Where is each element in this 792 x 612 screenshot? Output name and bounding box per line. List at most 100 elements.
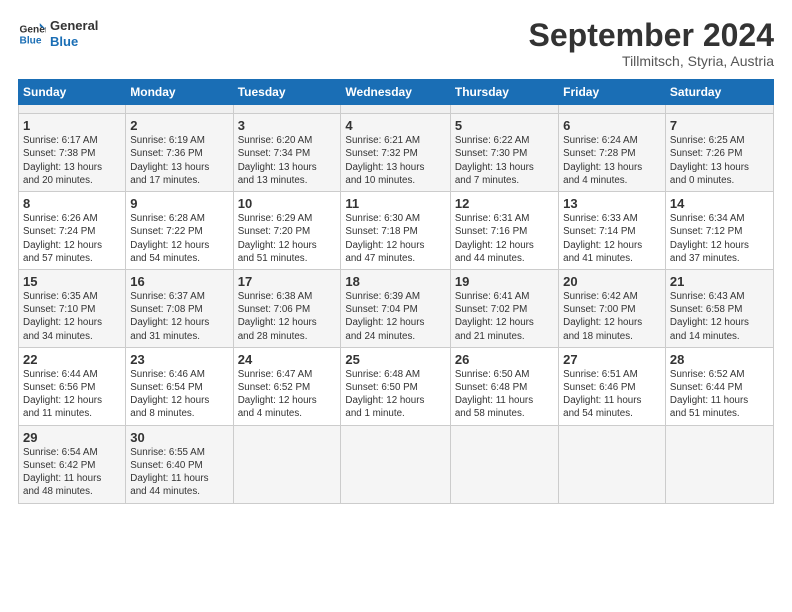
day-info: Sunrise: 6:43 AM Sunset: 6:58 PM Dayligh… [670, 290, 769, 343]
table-row: 23Sunrise: 6:46 AM Sunset: 6:54 PM Dayli… [126, 347, 233, 425]
day-info: Sunrise: 6:34 AM Sunset: 7:12 PM Dayligh… [670, 212, 769, 265]
logo-icon: General Blue [18, 20, 46, 48]
day-number: 17 [238, 274, 337, 289]
day-info: Sunrise: 6:30 AM Sunset: 7:18 PM Dayligh… [345, 212, 445, 265]
day-info: Sunrise: 6:55 AM Sunset: 6:40 PM Dayligh… [130, 446, 228, 499]
location-subtitle: Tillmitsch, Styria, Austria [529, 53, 774, 69]
table-row: 24Sunrise: 6:47 AM Sunset: 6:52 PM Dayli… [233, 347, 341, 425]
logo-blue: Blue [50, 34, 98, 50]
calendar-row: 22Sunrise: 6:44 AM Sunset: 6:56 PM Dayli… [19, 347, 774, 425]
col-friday: Friday [559, 80, 666, 105]
day-info: Sunrise: 6:19 AM Sunset: 7:36 PM Dayligh… [130, 134, 228, 187]
day-info: Sunrise: 6:17 AM Sunset: 7:38 PM Dayligh… [23, 134, 121, 187]
table-row: 30Sunrise: 6:55 AM Sunset: 6:40 PM Dayli… [126, 425, 233, 503]
table-row [341, 105, 450, 114]
table-row: 5Sunrise: 6:22 AM Sunset: 7:30 PM Daylig… [450, 114, 558, 192]
table-row: 7Sunrise: 6:25 AM Sunset: 7:26 PM Daylig… [665, 114, 773, 192]
logo: General Blue General Blue [18, 18, 98, 49]
calendar-row: 29Sunrise: 6:54 AM Sunset: 6:42 PM Dayli… [19, 425, 774, 503]
col-monday: Monday [126, 80, 233, 105]
day-number: 25 [345, 352, 445, 367]
table-row: 8Sunrise: 6:26 AM Sunset: 7:24 PM Daylig… [19, 192, 126, 270]
day-number: 7 [670, 118, 769, 133]
day-number: 27 [563, 352, 661, 367]
col-saturday: Saturday [665, 80, 773, 105]
table-row [19, 105, 126, 114]
day-info: Sunrise: 6:25 AM Sunset: 7:26 PM Dayligh… [670, 134, 769, 187]
day-info: Sunrise: 6:48 AM Sunset: 6:50 PM Dayligh… [345, 368, 445, 421]
day-info: Sunrise: 6:35 AM Sunset: 7:10 PM Dayligh… [23, 290, 121, 343]
table-row: 26Sunrise: 6:50 AM Sunset: 6:48 PM Dayli… [450, 347, 558, 425]
table-row: 10Sunrise: 6:29 AM Sunset: 7:20 PM Dayli… [233, 192, 341, 270]
table-row: 29Sunrise: 6:54 AM Sunset: 6:42 PM Dayli… [19, 425, 126, 503]
header: General Blue General Blue September 2024… [18, 18, 774, 69]
day-number: 9 [130, 196, 228, 211]
day-number: 21 [670, 274, 769, 289]
day-info: Sunrise: 6:44 AM Sunset: 6:56 PM Dayligh… [23, 368, 121, 421]
day-info: Sunrise: 6:21 AM Sunset: 7:32 PM Dayligh… [345, 134, 445, 187]
day-number: 11 [345, 196, 445, 211]
day-number: 30 [130, 430, 228, 445]
calendar-row: 1Sunrise: 6:17 AM Sunset: 7:38 PM Daylig… [19, 114, 774, 192]
table-row: 1Sunrise: 6:17 AM Sunset: 7:38 PM Daylig… [19, 114, 126, 192]
table-row: 21Sunrise: 6:43 AM Sunset: 6:58 PM Dayli… [665, 269, 773, 347]
day-info: Sunrise: 6:46 AM Sunset: 6:54 PM Dayligh… [130, 368, 228, 421]
day-number: 28 [670, 352, 769, 367]
day-info: Sunrise: 6:20 AM Sunset: 7:34 PM Dayligh… [238, 134, 337, 187]
table-row: 22Sunrise: 6:44 AM Sunset: 6:56 PM Dayli… [19, 347, 126, 425]
calendar-row: 8Sunrise: 6:26 AM Sunset: 7:24 PM Daylig… [19, 192, 774, 270]
day-number: 16 [130, 274, 228, 289]
day-info: Sunrise: 6:39 AM Sunset: 7:04 PM Dayligh… [345, 290, 445, 343]
title-block: September 2024 Tillmitsch, Styria, Austr… [529, 18, 774, 69]
col-thursday: Thursday [450, 80, 558, 105]
table-row: 16Sunrise: 6:37 AM Sunset: 7:08 PM Dayli… [126, 269, 233, 347]
day-info: Sunrise: 6:50 AM Sunset: 6:48 PM Dayligh… [455, 368, 554, 421]
calendar-row: 15Sunrise: 6:35 AM Sunset: 7:10 PM Dayli… [19, 269, 774, 347]
table-row [233, 425, 341, 503]
day-number: 6 [563, 118, 661, 133]
day-number: 8 [23, 196, 121, 211]
day-info: Sunrise: 6:29 AM Sunset: 7:20 PM Dayligh… [238, 212, 337, 265]
table-row [450, 105, 558, 114]
table-row: 25Sunrise: 6:48 AM Sunset: 6:50 PM Dayli… [341, 347, 450, 425]
calendar-header-row: Sunday Monday Tuesday Wednesday Thursday… [19, 80, 774, 105]
day-info: Sunrise: 6:26 AM Sunset: 7:24 PM Dayligh… [23, 212, 121, 265]
table-row [341, 425, 450, 503]
calendar-row [19, 105, 774, 114]
day-info: Sunrise: 6:22 AM Sunset: 7:30 PM Dayligh… [455, 134, 554, 187]
day-number: 5 [455, 118, 554, 133]
day-number: 18 [345, 274, 445, 289]
day-number: 24 [238, 352, 337, 367]
day-number: 26 [455, 352, 554, 367]
day-info: Sunrise: 6:31 AM Sunset: 7:16 PM Dayligh… [455, 212, 554, 265]
table-row: 15Sunrise: 6:35 AM Sunset: 7:10 PM Dayli… [19, 269, 126, 347]
table-row: 20Sunrise: 6:42 AM Sunset: 7:00 PM Dayli… [559, 269, 666, 347]
day-number: 3 [238, 118, 337, 133]
day-number: 15 [23, 274, 121, 289]
day-info: Sunrise: 6:33 AM Sunset: 7:14 PM Dayligh… [563, 212, 661, 265]
table-row: 3Sunrise: 6:20 AM Sunset: 7:34 PM Daylig… [233, 114, 341, 192]
table-row: 4Sunrise: 6:21 AM Sunset: 7:32 PM Daylig… [341, 114, 450, 192]
day-number: 1 [23, 118, 121, 133]
table-row: 13Sunrise: 6:33 AM Sunset: 7:14 PM Dayli… [559, 192, 666, 270]
day-info: Sunrise: 6:41 AM Sunset: 7:02 PM Dayligh… [455, 290, 554, 343]
day-info: Sunrise: 6:54 AM Sunset: 6:42 PM Dayligh… [23, 446, 121, 499]
month-title: September 2024 [529, 18, 774, 53]
day-number: 14 [670, 196, 769, 211]
calendar-table: Sunday Monday Tuesday Wednesday Thursday… [18, 79, 774, 503]
svg-text:Blue: Blue [20, 35, 42, 46]
table-row [559, 105, 666, 114]
day-info: Sunrise: 6:38 AM Sunset: 7:06 PM Dayligh… [238, 290, 337, 343]
day-number: 29 [23, 430, 121, 445]
day-info: Sunrise: 6:52 AM Sunset: 6:44 PM Dayligh… [670, 368, 769, 421]
day-number: 10 [238, 196, 337, 211]
day-number: 12 [455, 196, 554, 211]
table-row: 18Sunrise: 6:39 AM Sunset: 7:04 PM Dayli… [341, 269, 450, 347]
page: General Blue General Blue September 2024… [0, 0, 792, 612]
table-row [450, 425, 558, 503]
table-row [665, 425, 773, 503]
day-info: Sunrise: 6:51 AM Sunset: 6:46 PM Dayligh… [563, 368, 661, 421]
table-row [665, 105, 773, 114]
col-sunday: Sunday [19, 80, 126, 105]
table-row: 14Sunrise: 6:34 AM Sunset: 7:12 PM Dayli… [665, 192, 773, 270]
